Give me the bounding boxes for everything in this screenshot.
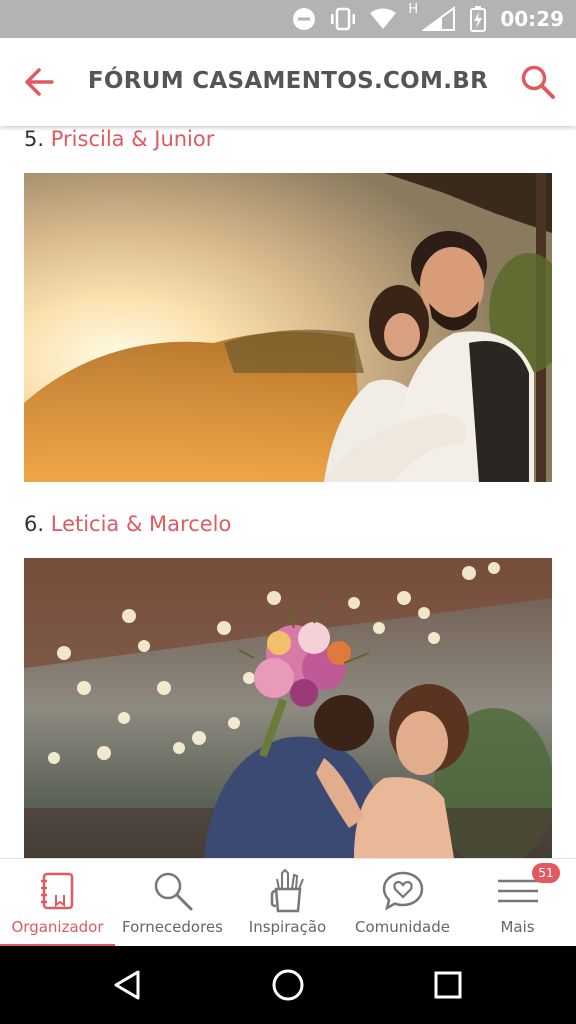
- system-navigation-bar: [0, 946, 576, 1024]
- signal-icon: [422, 6, 456, 31]
- nav-item-organizador[interactable]: Organizador: [0, 859, 115, 947]
- nav-item-inspiracao[interactable]: Inspiração: [230, 859, 345, 947]
- post-number: 6.: [24, 512, 45, 536]
- notebook-icon: [40, 872, 73, 910]
- nav-label: Inspiração: [248, 918, 327, 936]
- back-triangle-icon[interactable]: [112, 969, 144, 1001]
- page-title: FÓRUM CASAMENTOS.COM.BR: [87, 68, 489, 94]
- status-bar: H 00:29: [0, 0, 576, 38]
- heart-chat-icon: [382, 871, 423, 911]
- network-type-label: H: [408, 2, 419, 17]
- search-icon: [154, 872, 192, 911]
- nav-item-fornecedores[interactable]: Fornecedores: [115, 859, 230, 947]
- nav-label: Mais: [500, 918, 535, 936]
- pencil-cup-icon: [270, 869, 304, 913]
- nav-item-mais[interactable]: 51 Mais: [460, 859, 576, 947]
- couple-sunset-photo: [24, 173, 552, 482]
- notification-badge: 51: [532, 863, 560, 883]
- vibrate-icon: [331, 7, 356, 31]
- post-feed[interactable]: 5. Priscila & Junior 6. Leticia & Marcel…: [0, 126, 576, 858]
- recents-square-icon[interactable]: [433, 970, 463, 1000]
- nav-label: Fornecedores: [122, 918, 223, 936]
- post-photo[interactable]: [24, 558, 552, 858]
- post-heading: 6. Leticia & Marcelo: [24, 512, 231, 536]
- nav-label: Comunidade: [355, 918, 450, 936]
- status-time: 00:29: [500, 7, 564, 31]
- post-number: 5.: [24, 127, 45, 151]
- home-circle-icon[interactable]: [271, 968, 305, 1002]
- couple-link[interactable]: Leticia & Marcelo: [51, 512, 232, 536]
- couple-hug-photo: [24, 558, 552, 858]
- search-icon[interactable]: [520, 64, 556, 100]
- minus-circle-icon: [293, 8, 316, 30]
- nav-label: Organizador: [11, 918, 104, 936]
- wifi-icon: [370, 8, 397, 29]
- post-heading: 5. Priscila & Junior: [24, 127, 214, 151]
- nav-item-comunidade[interactable]: Comunidade: [345, 859, 460, 947]
- app-bar: FÓRUM CASAMENTOS.COM.BR: [0, 38, 576, 126]
- post-photo[interactable]: [24, 173, 552, 482]
- bottom-navigation: Organizador Fornecedores Inspiração Comu…: [0, 858, 576, 947]
- battery-charging-icon: [470, 6, 487, 32]
- couple-link[interactable]: Priscila & Junior: [51, 127, 215, 151]
